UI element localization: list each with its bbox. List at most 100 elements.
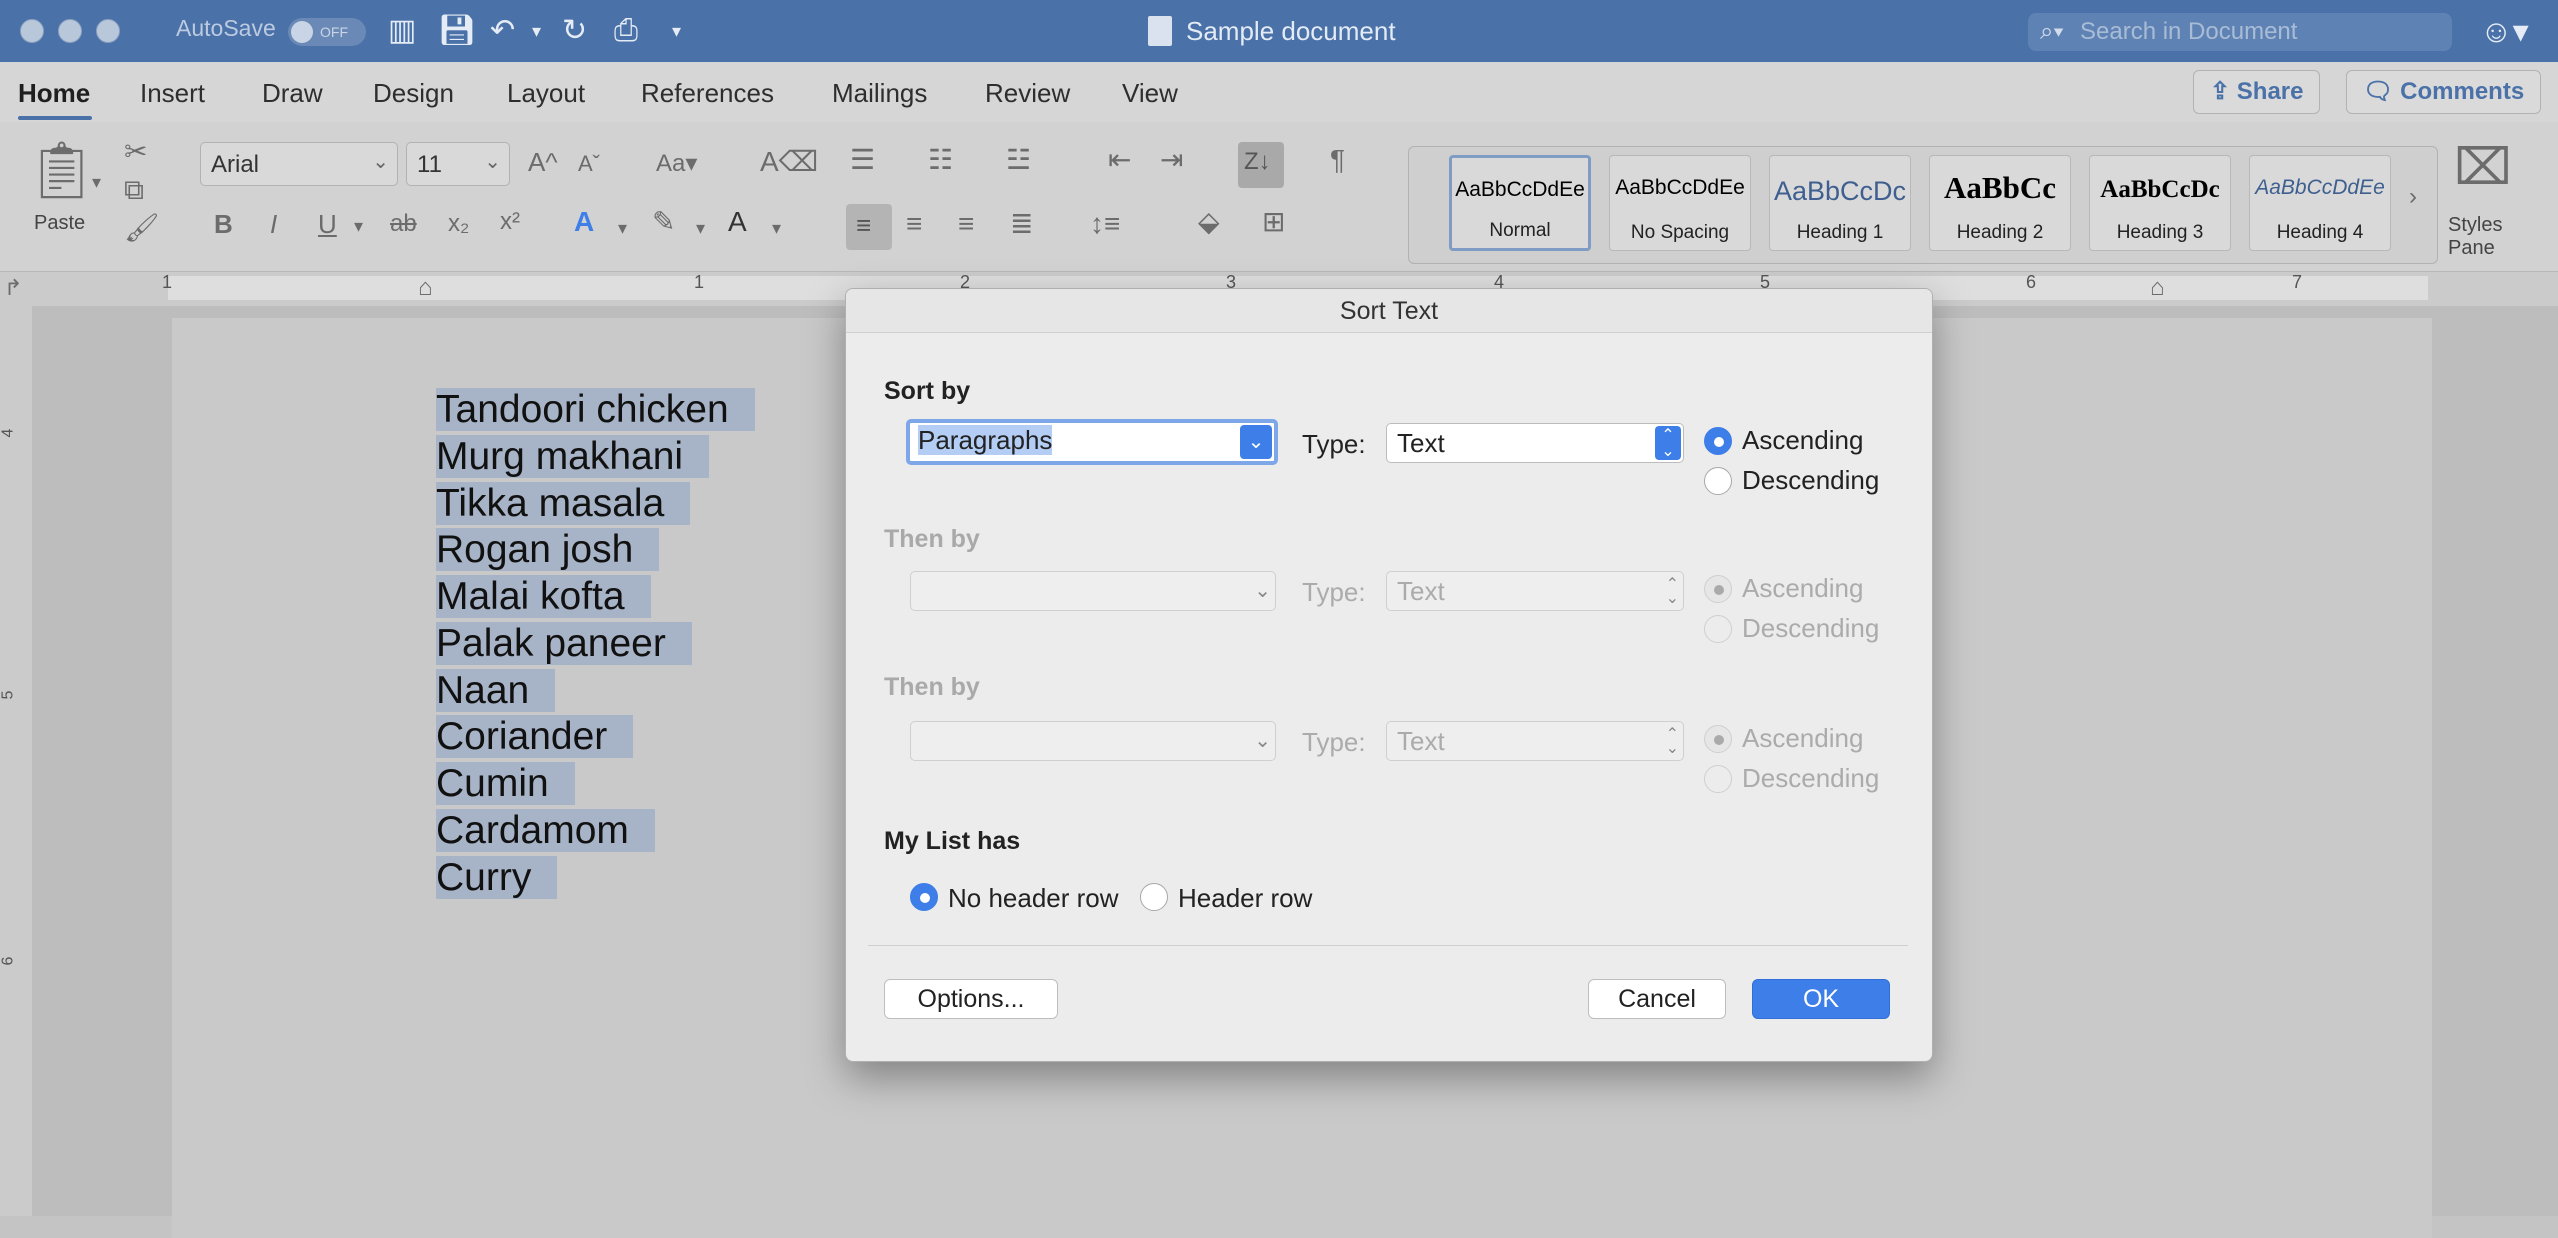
highlight-dropdown-icon[interactable]: ▾ bbox=[696, 212, 705, 244]
underline-dropdown-icon[interactable]: ▾ bbox=[354, 210, 363, 242]
print-icon[interactable]: ⎙ bbox=[614, 14, 638, 48]
no-header-row-label: No header row bbox=[948, 883, 1119, 913]
clear-formatting-icon[interactable]: A⌫ bbox=[760, 146, 818, 178]
document-line[interactable]: Murg makhani bbox=[436, 435, 710, 481]
document-line[interactable]: Tikka masala bbox=[436, 482, 691, 528]
no-header-row-radio[interactable] bbox=[910, 883, 938, 911]
increase-font-size-icon[interactable]: A^ bbox=[528, 146, 558, 178]
line-text: Cumin bbox=[436, 762, 575, 805]
tab-mailings[interactable]: Mailings bbox=[832, 78, 927, 109]
autosave-toggle[interactable]: OFF bbox=[288, 18, 366, 46]
style-heading-1[interactable]: AaBbCcDc Heading 1 bbox=[1769, 155, 1911, 251]
line-spacing-icon[interactable]: ↕≡ bbox=[1090, 208, 1120, 240]
header-row-radio[interactable] bbox=[1140, 883, 1168, 911]
paste-icon[interactable]: 📋︎ bbox=[26, 140, 97, 200]
tab-stop-selector-icon[interactable]: ↱ bbox=[4, 272, 22, 304]
font-color-dropdown-icon[interactable]: ▾ bbox=[772, 212, 781, 244]
justify-icon[interactable]: ≣ bbox=[1010, 208, 1033, 240]
share-button[interactable]: ⇪ Share bbox=[2193, 70, 2321, 114]
document-line[interactable]: Tandoori chicken bbox=[436, 388, 755, 434]
right-indent-marker-icon[interactable]: ⌂ bbox=[2150, 272, 2165, 304]
sort-type-select[interactable]: Text ⌃ ⌄ bbox=[1386, 423, 1684, 463]
document-line[interactable]: Coriander bbox=[436, 715, 634, 761]
paste-dropdown-icon[interactable]: ▾ bbox=[92, 166, 101, 198]
decrease-indent-icon[interactable]: ⇤ bbox=[1108, 144, 1131, 176]
tab-insert[interactable]: Insert bbox=[140, 78, 205, 109]
zoom-window-button[interactable] bbox=[96, 19, 120, 43]
search-box[interactable]: ⌕▾ bbox=[2028, 13, 2452, 51]
align-right-icon[interactable]: ≡ bbox=[958, 208, 974, 240]
numbering-icon[interactable]: ☷ bbox=[928, 144, 953, 176]
descending-radio[interactable] bbox=[1704, 467, 1732, 495]
shading-icon[interactable]: ⬙ bbox=[1198, 206, 1220, 238]
styles-pane-icon[interactable]: ⌧ bbox=[2454, 140, 2512, 194]
borders-icon[interactable]: ⊞ bbox=[1262, 206, 1285, 238]
undo-icon[interactable]: ↶ bbox=[490, 14, 515, 48]
decrease-font-size-icon[interactable]: Aˇ bbox=[578, 148, 600, 180]
search-input[interactable] bbox=[2078, 16, 2438, 48]
save-icon[interactable]: 💾︎ bbox=[438, 14, 476, 48]
indent-marker-icon[interactable]: ⌂ bbox=[418, 272, 433, 304]
cut-icon[interactable]: ✂ bbox=[124, 136, 147, 168]
tab-draw[interactable]: Draw bbox=[262, 78, 323, 109]
document-line[interactable]: Naan bbox=[436, 669, 556, 715]
change-case-icon[interactable]: Aa▾ bbox=[656, 148, 697, 180]
ascending-radio[interactable] bbox=[1704, 427, 1732, 455]
document-line[interactable]: Malai kofta bbox=[436, 575, 651, 621]
feedback-smiley-icon[interactable]: ☺▾ bbox=[2480, 12, 2529, 50]
align-left-button[interactable]: ≡ bbox=[846, 204, 892, 250]
vertical-ruler: 4 5 6 bbox=[0, 306, 32, 1216]
style-heading-2[interactable]: AaBbCc Heading 2 bbox=[1929, 155, 2071, 251]
minimize-window-button[interactable] bbox=[58, 19, 82, 43]
tab-review[interactable]: Review bbox=[985, 78, 1070, 109]
styles-pane-label[interactable]: Styles Pane bbox=[2448, 214, 2502, 260]
font-size-dropdown[interactable]: 11 ⌄ bbox=[406, 142, 510, 186]
document-line[interactable]: Palak paneer bbox=[436, 622, 692, 668]
font-color-icon[interactable]: A bbox=[728, 206, 747, 238]
ok-button[interactable]: OK bbox=[1752, 979, 1890, 1019]
options-button[interactable]: Options... bbox=[884, 979, 1058, 1019]
strikethrough-icon[interactable]: ab bbox=[390, 208, 417, 240]
comments-button[interactable]: 🗨︎ Comments bbox=[2346, 70, 2542, 114]
increase-indent-icon[interactable]: ⇥ bbox=[1160, 144, 1183, 176]
style-no-spacing[interactable]: AaBbCcDdEe No Spacing bbox=[1609, 155, 1751, 251]
text-effects-dropdown-icon[interactable]: ▾ bbox=[618, 212, 627, 244]
format-painter-icon[interactable]: 🖌︎ bbox=[124, 212, 160, 244]
tab-references[interactable]: References bbox=[641, 78, 774, 109]
highlight-icon[interactable]: ✎ bbox=[652, 206, 675, 238]
align-center-icon[interactable]: ≡ bbox=[906, 208, 922, 240]
bold-icon[interactable]: B bbox=[214, 208, 233, 240]
redo-icon[interactable]: ↻ bbox=[562, 14, 587, 48]
text-effects-icon[interactable]: A bbox=[574, 206, 594, 238]
italic-icon[interactable]: I bbox=[270, 208, 277, 240]
tab-layout[interactable]: Layout bbox=[507, 78, 585, 109]
subscript-icon[interactable]: x₂ bbox=[448, 208, 469, 240]
superscript-icon[interactable]: x² bbox=[500, 206, 520, 238]
tab-design[interactable]: Design bbox=[373, 78, 454, 109]
document-line[interactable]: Cardamom bbox=[436, 809, 655, 855]
customize-toolbar-icon[interactable]: ▾ bbox=[672, 14, 681, 48]
undo-dropdown-icon[interactable]: ▾ bbox=[532, 14, 541, 48]
style-heading-4[interactable]: AaBbCcDdEe Heading 4 bbox=[2249, 155, 2391, 251]
document-line[interactable]: Cumin bbox=[436, 762, 575, 808]
bullets-icon[interactable]: ☰ bbox=[850, 144, 875, 176]
close-window-button[interactable] bbox=[20, 19, 44, 43]
sidebar-icon[interactable]: ▥ bbox=[388, 14, 416, 48]
tab-home[interactable]: Home bbox=[18, 78, 90, 109]
style-heading-3[interactable]: AaBbCcDc Heading 3 bbox=[2089, 155, 2231, 251]
sort-by-combo[interactable]: Paragraphs ⌄ bbox=[906, 419, 1278, 465]
multilevel-list-icon[interactable]: ☳ bbox=[1006, 144, 1031, 176]
font-name-dropdown[interactable]: Arial ⌄ bbox=[200, 142, 398, 186]
tab-view[interactable]: View bbox=[1122, 78, 1178, 109]
cancel-button[interactable]: Cancel bbox=[1588, 979, 1726, 1019]
copy-icon[interactable]: ⧉ bbox=[124, 174, 144, 206]
sort-button[interactable]: Z↓ bbox=[1238, 142, 1284, 188]
document-line[interactable]: Curry bbox=[436, 856, 558, 902]
document-line[interactable]: Rogan josh bbox=[436, 528, 660, 574]
underline-icon[interactable]: U bbox=[318, 208, 337, 240]
chevron-right-icon[interactable]: › bbox=[2409, 181, 2417, 213]
font-name-value: Arial bbox=[211, 151, 260, 178]
style-name: No Spacing bbox=[1630, 222, 1730, 243]
show-formatting-marks-icon[interactable]: ¶ bbox=[1330, 144, 1345, 176]
style-normal[interactable]: AaBbCcDdEe Normal bbox=[1449, 155, 1591, 251]
